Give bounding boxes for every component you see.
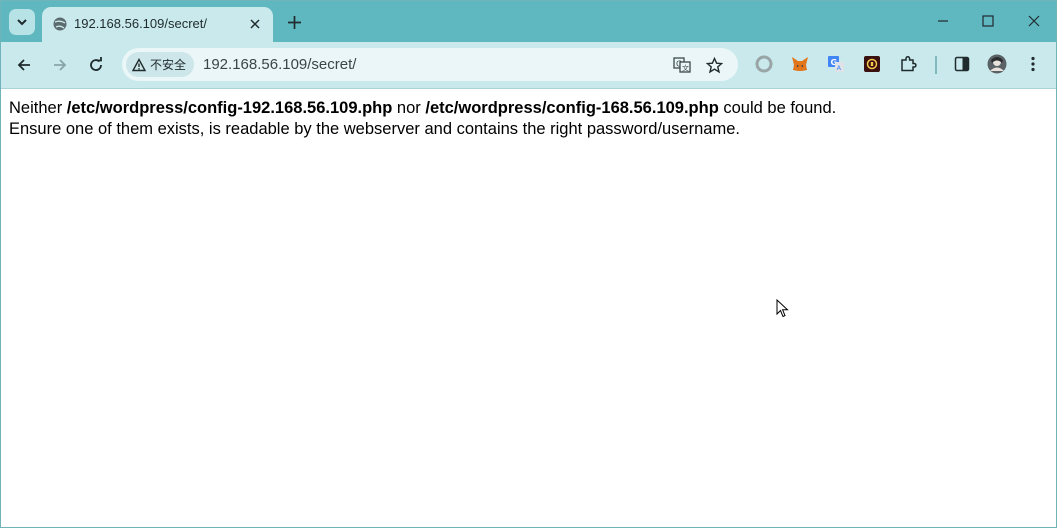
active-tab[interactable]: 192.168.56.109/secret/: [42, 7, 273, 42]
text-not-found: could be found.: [718, 99, 837, 117]
reload-button[interactable]: [82, 51, 110, 79]
warning-icon: [132, 57, 146, 71]
tab-search-button[interactable]: [9, 9, 35, 35]
error-line-2: Ensure one of them exists, is readable b…: [9, 120, 740, 138]
forward-button[interactable]: [46, 51, 74, 79]
security-label: 不安全: [150, 58, 187, 72]
text-nor: nor: [392, 99, 426, 117]
error-line-1: Neither /etc/wordpress/config-192.168.56…: [9, 98, 836, 119]
maximize-icon: [982, 15, 994, 27]
maximize-button[interactable]: [968, 7, 1008, 35]
config-path-1: /etc/wordpress/config-192.168.56.109.php: [66, 99, 393, 117]
tab-close-button[interactable]: [246, 15, 264, 33]
url-text[interactable]: 192.168.56.109/secret/: [203, 56, 356, 73]
circle-extension-icon: [755, 55, 773, 73]
star-icon: [705, 56, 723, 73]
close-window-button[interactable]: [1014, 7, 1054, 35]
extension-google-translate[interactable]: GA: [826, 54, 846, 74]
translate-button[interactable]: G文: [672, 55, 692, 75]
tab-title: 192.168.56.109/secret/: [74, 16, 207, 31]
back-button[interactable]: [10, 51, 38, 79]
minimize-button[interactable]: [923, 7, 963, 35]
close-icon: [250, 19, 260, 29]
toolbar-divider: [935, 56, 937, 74]
config-path-2: /etc/wordpress/config-168.56.109.php: [425, 99, 719, 117]
side-panel-icon: [954, 56, 970, 72]
arrow-right-icon: [54, 59, 67, 71]
new-tab-button[interactable]: [283, 11, 305, 33]
tab-strip: 192.168.56.109/secret/: [1, 1, 1056, 42]
extensions-button[interactable]: [898, 54, 918, 74]
metamask-fox-icon: [792, 57, 808, 71]
side-panel-button[interactable]: [952, 54, 972, 74]
browser-window: 192.168.56.109/secret/ 不安全 192.168.56.10…: [0, 0, 1057, 528]
avatar-icon: [987, 54, 1007, 74]
kebab-menu-icon: [1031, 56, 1035, 72]
address-bar[interactable]: 不安全 192.168.56.109/secret/ G文: [122, 48, 738, 81]
svg-text:A: A: [837, 64, 842, 72]
translate-icon: G文: [673, 57, 691, 73]
bookmark-button[interactable]: [704, 55, 724, 75]
chevron-down-icon: [17, 19, 27, 26]
extension-dark[interactable]: [862, 54, 882, 74]
extension-circle[interactable]: [754, 54, 774, 74]
arrow-left-icon: [17, 59, 30, 71]
text-neither: Neither: [9, 99, 67, 117]
google-translate-icon: GA: [828, 56, 844, 72]
puzzle-icon: [901, 55, 917, 72]
close-icon: [1028, 15, 1040, 27]
svg-text:文: 文: [682, 64, 689, 73]
toolbar: 不安全 192.168.56.109/secret/ G文 GA: [1, 42, 1056, 89]
dark-extension-icon: [864, 56, 880, 72]
reload-icon: [90, 57, 102, 71]
minimize-icon: [938, 20, 948, 22]
plus-icon: [287, 15, 301, 29]
page-content: Neither /etc/wordpress/config-192.168.56…: [9, 98, 836, 140]
profile-button[interactable]: [987, 54, 1007, 74]
extension-metamask[interactable]: [790, 54, 810, 74]
menu-button[interactable]: [1023, 54, 1043, 74]
globe-icon: [53, 17, 67, 31]
security-chip[interactable]: 不安全: [126, 52, 195, 77]
mouse-cursor-icon: [776, 299, 789, 318]
